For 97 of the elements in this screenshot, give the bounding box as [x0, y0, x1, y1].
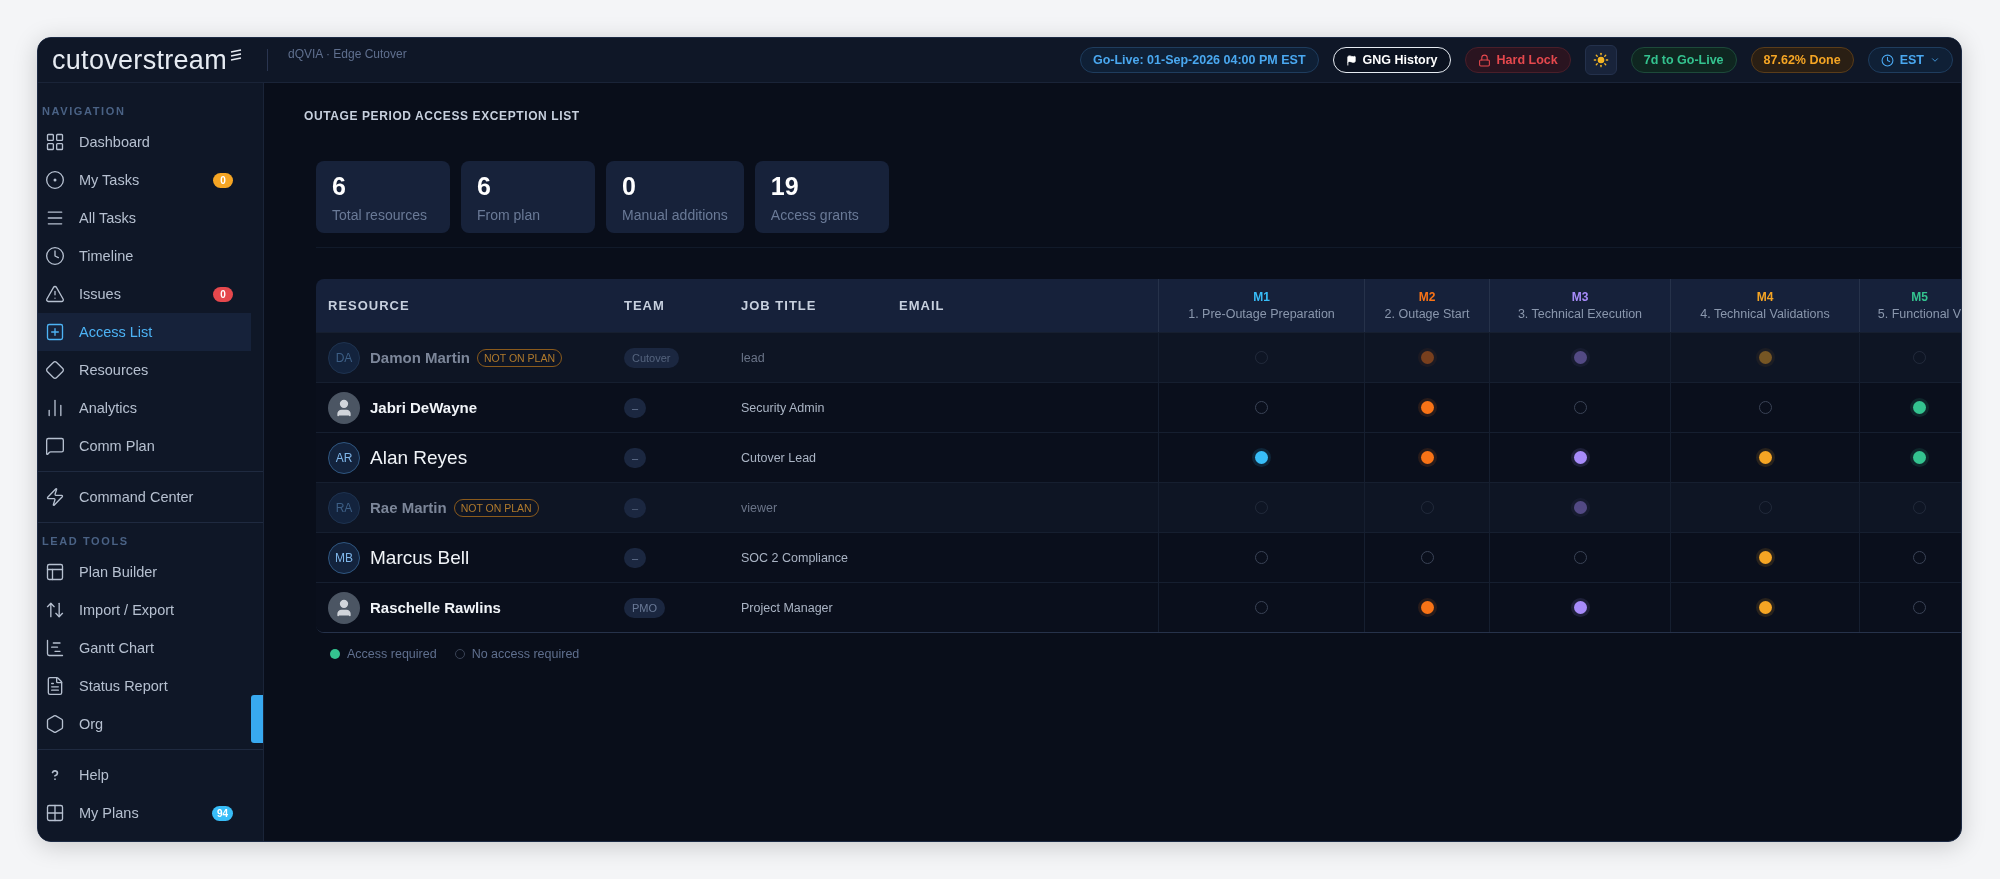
- section-heading: LEAD TOOLS: [41, 534, 130, 549]
- nav-item[interactable]: Dashboard: [38, 123, 251, 161]
- column-header: JOB TITLE: [729, 279, 887, 332]
- nav-item[interactable]: All Tasks: [38, 199, 251, 237]
- milestone-name: 4. Technical Validations: [1700, 307, 1830, 321]
- nav-item[interactable]: My Plans 94: [38, 794, 251, 832]
- caret-icon: [1930, 55, 1940, 65]
- avatar: RA: [328, 491, 360, 524]
- wave-icon: [228, 48, 243, 63]
- nav-item[interactable]: Status Report: [38, 667, 251, 705]
- nav-item[interactable]: My Tasks 0: [38, 161, 251, 199]
- avatar: AR: [328, 441, 360, 474]
- milestone-name: 5. Functional V: [1877, 307, 1961, 321]
- app-logo: cutoverstream: [52, 44, 227, 76]
- nav-item[interactable]: Timeline: [38, 237, 251, 275]
- nav-item[interactable]: Help: [38, 756, 251, 794]
- grid-icon: [45, 803, 65, 823]
- stat-label: From plan: [477, 207, 542, 223]
- target-icon: [45, 170, 65, 190]
- nav-item[interactable]: Gantt Chart: [38, 629, 251, 667]
- stat-value: 0: [622, 172, 637, 201]
- nav-item[interactable]: Comm Plan: [38, 427, 251, 465]
- document-icon: [45, 676, 65, 696]
- milestone-code: M2: [1418, 290, 1436, 304]
- progress-badge: 87.62% Done: [1750, 47, 1854, 73]
- collapse-handle[interactable]: [251, 695, 263, 743]
- team-tag: –: [624, 397, 647, 418]
- timezone-dropdown[interactable]: EST: [1867, 47, 1953, 73]
- grid-icon: [45, 132, 65, 152]
- legend-label: No access required: [471, 647, 580, 661]
- person-icon: [334, 397, 354, 418]
- resource-name: Alan Reyes: [370, 446, 468, 469]
- avatar: MB: [328, 541, 360, 574]
- milestone-name: 3. Technical Execution: [1517, 307, 1643, 321]
- sun-icon: [1592, 52, 1609, 68]
- countdown-badge: 7d to Go-Live: [1630, 47, 1737, 73]
- job-title-cell: lead: [729, 332, 887, 382]
- resource-name: Damon Martin: [370, 349, 470, 366]
- go-live-badge: Go-Live: 01-Sep-2026 04:00 PM EST: [1079, 47, 1319, 73]
- nav-item[interactable]: Analytics: [38, 389, 251, 427]
- team-tag: –: [624, 447, 647, 468]
- hard-lock-button[interactable]: Hard Lock: [1464, 47, 1571, 73]
- team-tag: Cutover: [624, 347, 679, 368]
- resource-name: Marcus Bell: [370, 546, 470, 569]
- section-heading: NAVIGATION: [41, 104, 127, 119]
- nav-item[interactable]: Resources: [38, 351, 251, 389]
- milestone-name: 1. Pre-Outage Preparation: [1188, 307, 1335, 321]
- job-title-cell: viewer: [729, 482, 887, 532]
- arrows-icon: [45, 600, 65, 620]
- nav-item[interactable]: Import / Export: [38, 591, 251, 629]
- stat-value: 6: [332, 172, 347, 201]
- stat-label: Total resources: [332, 207, 428, 223]
- milestone-name: 2. Outage Start: [1384, 307, 1470, 321]
- chat-bubble-icon: [45, 436, 65, 456]
- milestone-code: M3: [1571, 290, 1589, 304]
- gng-history-button[interactable]: GNG History: [1332, 47, 1451, 73]
- column-header: TEAM: [612, 279, 729, 332]
- legend-label: Access required: [347, 647, 437, 661]
- plus-square-icon: [45, 322, 65, 342]
- team-tag: –: [624, 547, 647, 568]
- stat-value: 19: [770, 172, 800, 201]
- person-icon: [334, 597, 354, 618]
- milestone-code: M1: [1253, 290, 1270, 304]
- nav-item[interactable]: Issues 0: [38, 275, 251, 313]
- count-badge: 0: [213, 286, 233, 302]
- resource-name: Raschelle Rawlins: [370, 599, 501, 616]
- flag-icon: [1345, 54, 1357, 66]
- theme-toggle-button[interactable]: [1584, 45, 1617, 75]
- nav-item[interactable]: Access List: [38, 313, 251, 351]
- nav-item[interactable]: Plan Builder: [38, 553, 251, 591]
- team-tag: –: [624, 497, 647, 518]
- lock-icon: [1477, 53, 1491, 67]
- lightning-icon: [45, 487, 65, 507]
- stat-label: Manual additions: [622, 207, 728, 223]
- nav-item[interactable]: Command Center: [38, 478, 251, 516]
- gantt-icon: [45, 638, 65, 658]
- count-badge: 94: [211, 805, 233, 821]
- column-header: EMAIL: [887, 279, 1158, 332]
- clock-icon: [45, 246, 65, 266]
- team-tag: PMO: [624, 597, 666, 618]
- milestone-code: M4: [1756, 290, 1774, 304]
- hexagon-icon: [45, 714, 65, 734]
- resource-name: Rae Martin: [370, 499, 447, 516]
- page-title: OUTAGE PERIOD ACCESS EXCEPTION LIST: [304, 109, 581, 123]
- stat-value: 6: [477, 172, 492, 201]
- resource-name: Jabri DeWayne: [370, 399, 477, 416]
- milestone-code: M5: [1911, 290, 1928, 304]
- avatar: DA: [328, 341, 360, 374]
- clock-icon: [1880, 53, 1894, 67]
- warning-icon: [45, 284, 65, 304]
- project-name: dQVIA · Edge Cutover: [287, 47, 407, 61]
- diamond-icon: [45, 360, 65, 380]
- column-header: RESOURCE: [316, 279, 612, 332]
- layout-icon: [45, 562, 65, 582]
- nav-item[interactable]: Org: [38, 705, 251, 743]
- count-badge: 0: [213, 172, 233, 188]
- stat-label: Access grants: [770, 207, 860, 223]
